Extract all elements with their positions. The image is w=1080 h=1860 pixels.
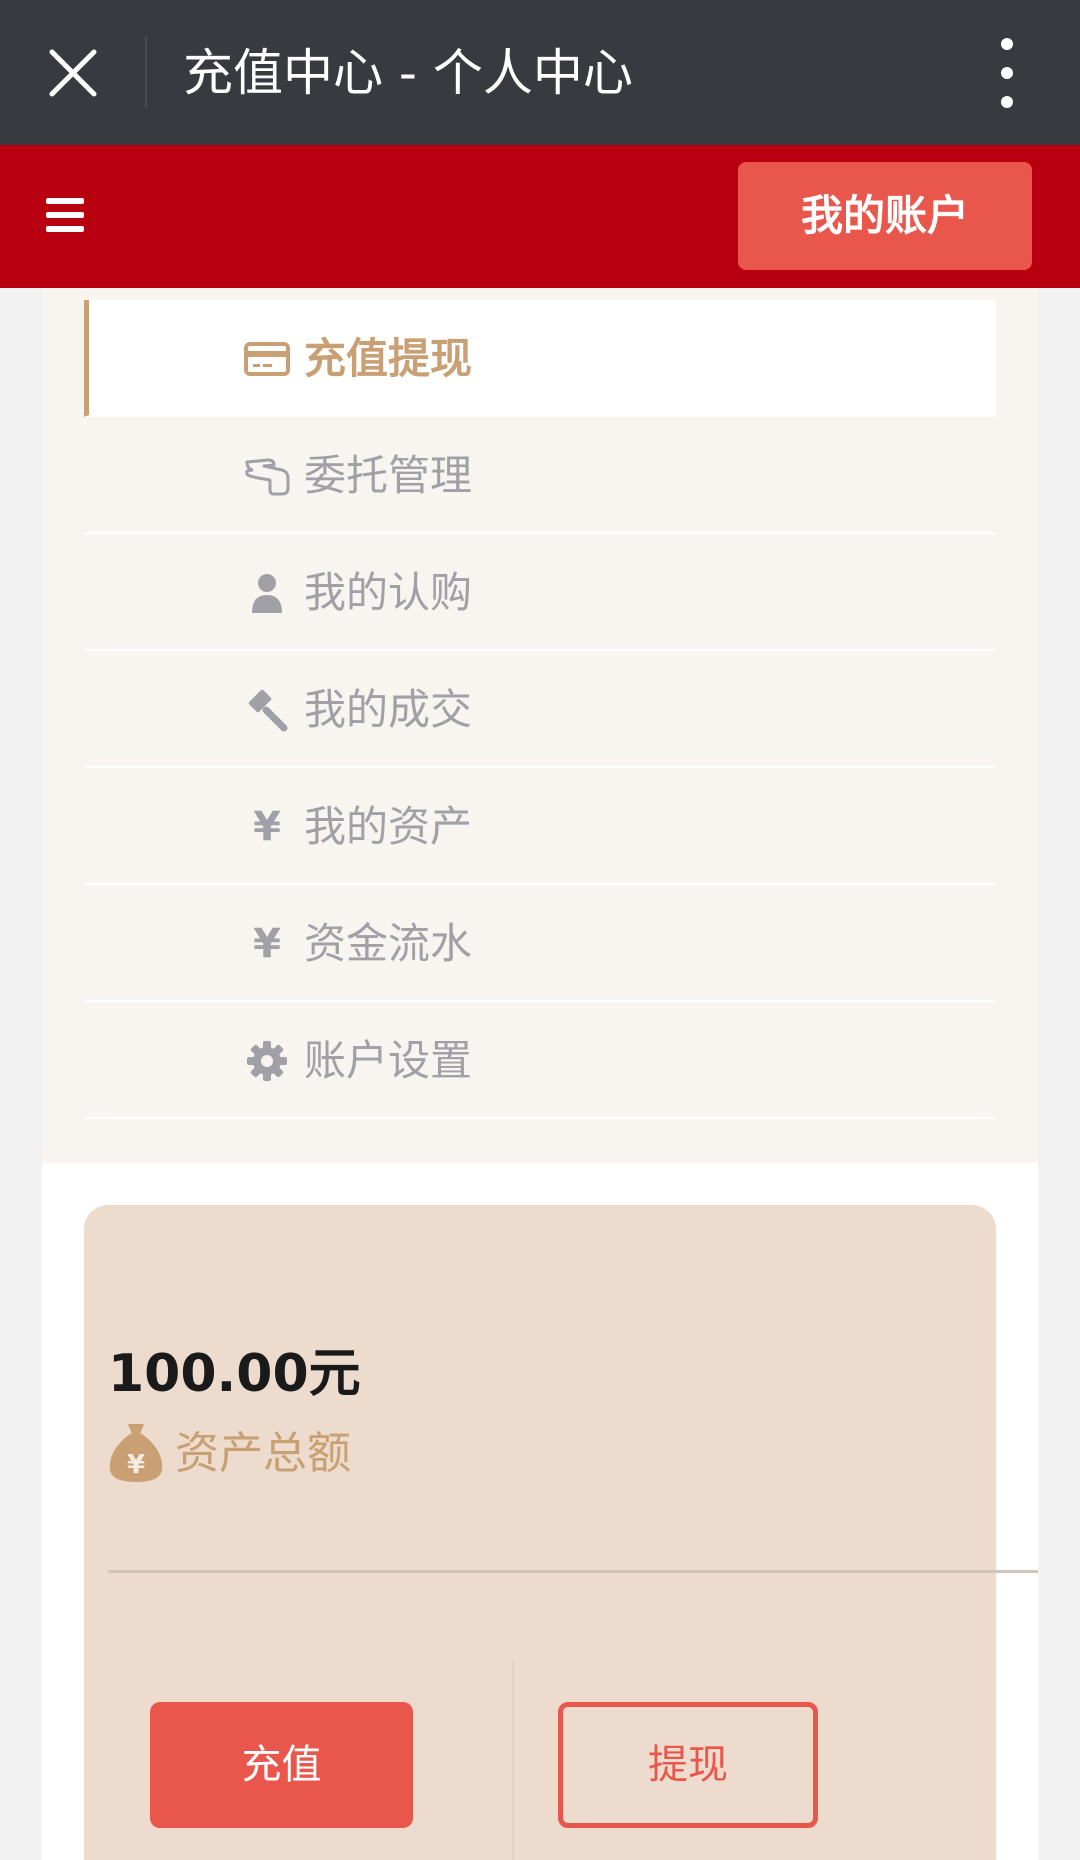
close-icon[interactable] xyxy=(38,38,108,108)
asset-total-label: 资产总额 xyxy=(175,1428,351,1479)
menu-item-recharge-withdraw[interactable]: 充值提现 xyxy=(84,300,996,417)
menu-item-my-assets[interactable]: ¥ 我的资产 xyxy=(84,768,996,885)
gear-icon xyxy=(244,1039,290,1083)
menu-item-label: 我的资产 xyxy=(304,802,473,851)
gavel-icon xyxy=(244,688,290,732)
menu-item-label: 我的认购 xyxy=(304,568,473,617)
withdraw-button[interactable]: 提现 xyxy=(558,1702,818,1828)
divider xyxy=(108,1570,1038,1573)
svg-text:¥: ¥ xyxy=(127,1450,145,1480)
menu-item-label: 充值提现 xyxy=(304,334,473,383)
menu-item-label: 资金流水 xyxy=(304,919,473,968)
top-bar: 充值中心 - 个人中心 xyxy=(0,0,1080,145)
account-menu: 充值提现 委托管理 我的认购 我的成交 ¥ 我的资产 ¥ 资金流水 账户设置 xyxy=(84,300,996,1119)
user-icon xyxy=(244,571,290,615)
page-title: 充值中心 - 个人中心 xyxy=(183,44,633,102)
divider xyxy=(512,1660,514,1860)
money-bag-icon: ¥ xyxy=(106,1420,166,1484)
my-account-button[interactable]: 我的账户 xyxy=(738,162,1032,270)
more-vertical-icon[interactable] xyxy=(990,36,1024,110)
hamburger-menu-icon[interactable] xyxy=(46,198,86,234)
yen-icon: ¥ xyxy=(253,921,281,967)
menu-item-my-subscription[interactable]: 我的认购 xyxy=(84,534,996,651)
asset-total-amount: 100.00元 xyxy=(108,1344,361,1404)
recharge-button[interactable]: 充值 xyxy=(150,1702,413,1828)
menu-item-order-management[interactable]: 委托管理 xyxy=(84,417,996,534)
menu-item-my-deals[interactable]: 我的成交 xyxy=(84,651,996,768)
menu-item-label: 我的成交 xyxy=(304,685,473,734)
hand-icon xyxy=(244,454,290,498)
menu-item-account-settings[interactable]: 账户设置 xyxy=(84,1002,996,1119)
menu-item-fund-flow[interactable]: ¥ 资金流水 xyxy=(84,885,996,1002)
menu-item-label: 委托管理 xyxy=(304,451,473,500)
menu-item-label: 账户设置 xyxy=(304,1036,473,1085)
credit-card-icon xyxy=(244,337,290,381)
yen-icon: ¥ xyxy=(253,804,281,850)
topbar-divider xyxy=(145,36,147,108)
